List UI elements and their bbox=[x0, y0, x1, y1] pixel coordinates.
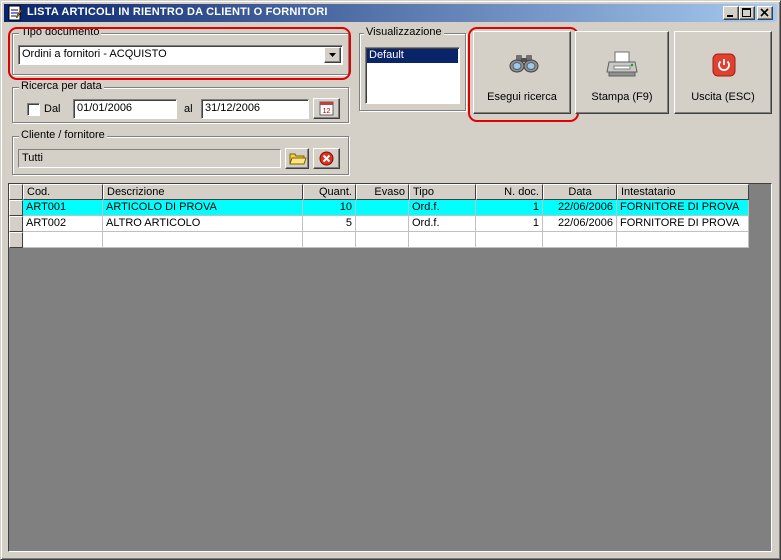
chevron-down-icon bbox=[329, 53, 336, 57]
maximize-button[interactable] bbox=[739, 6, 755, 20]
to-date-value: 31/12/2006 bbox=[205, 102, 261, 114]
list-item[interactable]: Default bbox=[367, 49, 458, 63]
esegui-ricerca-label: Esegui ricerca bbox=[487, 91, 557, 103]
cell-data[interactable]: 22/06/2006 bbox=[543, 200, 617, 216]
main-window: LISTA ARTICOLI IN RIENTRO DA CLIENTI O F… bbox=[0, 0, 781, 560]
minimize-button[interactable] bbox=[723, 6, 739, 20]
articles-grid[interactable]: Cod. Descrizione Quant. Evaso Tipo N. do… bbox=[8, 183, 772, 552]
cell-data[interactable]: 22/06/2006 bbox=[543, 216, 617, 232]
to-date-input[interactable]: 31/12/2006 bbox=[201, 99, 309, 119]
cell-quant[interactable] bbox=[303, 232, 356, 248]
dal-checkbox[interactable] bbox=[27, 103, 40, 116]
visualizzazione-list[interactable]: Default bbox=[365, 47, 460, 104]
from-date-input[interactable]: 01/01/2006 bbox=[73, 99, 177, 119]
cliente-legend: Cliente / fornitore bbox=[19, 129, 107, 141]
dropdown-arrow-button[interactable] bbox=[324, 47, 341, 63]
row-indicator[interactable] bbox=[9, 216, 23, 232]
clear-cliente-button[interactable] bbox=[313, 148, 340, 169]
cell-n-doc[interactable]: 1 bbox=[476, 216, 543, 232]
column-header-tipo[interactable]: Tipo bbox=[409, 184, 476, 200]
cell-tipo[interactable] bbox=[409, 232, 476, 248]
cell-quant[interactable]: 10 bbox=[303, 200, 356, 216]
esegui-ricerca-button[interactable]: Esegui ricerca bbox=[473, 31, 571, 114]
printer-icon bbox=[606, 51, 638, 77]
cell-tipo[interactable]: Ord.f. bbox=[409, 200, 476, 216]
tipo-documento-group: Tipo documento Ordini a fornitori - ACQU… bbox=[12, 26, 349, 75]
tipo-documento-value: Ordini a fornitori - ACQUISTO bbox=[22, 48, 167, 60]
binoculars-icon bbox=[509, 55, 539, 73]
folder-icon bbox=[289, 153, 307, 165]
cell-intestatario[interactable]: FORNITORE DI PROVA bbox=[617, 216, 749, 232]
column-header-quant[interactable]: Quant. bbox=[303, 184, 356, 200]
clear-icon bbox=[319, 151, 334, 166]
cell-descrizione[interactable]: ARTICOLO DI PROVA bbox=[103, 200, 303, 216]
cell-descrizione[interactable] bbox=[103, 232, 303, 248]
tipo-documento-select[interactable]: Ordini a fornitori - ACQUISTO bbox=[18, 45, 343, 65]
calendar-button[interactable]: 12 bbox=[313, 98, 340, 119]
close-button[interactable] bbox=[757, 6, 773, 20]
cell-tipo[interactable]: Ord.f. bbox=[409, 216, 476, 232]
cell-evaso[interactable] bbox=[356, 216, 409, 232]
uscita-button[interactable]: Uscita (ESC) bbox=[674, 31, 772, 114]
column-header-data[interactable]: Data bbox=[543, 184, 617, 200]
cell-cod[interactable]: ART001 bbox=[23, 200, 103, 216]
calendar-icon: 12 bbox=[319, 101, 334, 116]
cell-evaso[interactable] bbox=[356, 232, 409, 248]
column-header-evaso[interactable]: Evaso bbox=[356, 184, 409, 200]
column-header-cod[interactable]: Cod. bbox=[23, 184, 103, 200]
uscita-label: Uscita (ESC) bbox=[691, 91, 755, 103]
cell-intestatario[interactable]: FORNITORE DI PROVA bbox=[617, 200, 749, 216]
column-header-n-doc[interactable]: N. doc. bbox=[476, 184, 543, 200]
window-title: LISTA ARTICOLI IN RIENTRO DA CLIENTI O F… bbox=[27, 6, 328, 18]
cell-descrizione[interactable]: ALTRO ARTICOLO bbox=[103, 216, 303, 232]
cell-cod[interactable] bbox=[23, 232, 103, 248]
calendar-day: 12 bbox=[323, 108, 331, 115]
to-label: al bbox=[184, 103, 193, 115]
browse-cliente-button[interactable] bbox=[285, 148, 309, 169]
cell-intestatario[interactable] bbox=[617, 232, 749, 248]
dal-label: Dal bbox=[44, 103, 61, 115]
row-indicator-header bbox=[9, 184, 23, 200]
from-date-value: 01/01/2006 bbox=[77, 102, 133, 114]
column-header-descrizione[interactable]: Descrizione bbox=[103, 184, 303, 200]
cell-cod[interactable]: ART002 bbox=[23, 216, 103, 232]
stampa-label: Stampa (F9) bbox=[591, 91, 653, 103]
cell-quant[interactable]: 5 bbox=[303, 216, 356, 232]
cell-data[interactable] bbox=[543, 232, 617, 248]
ricerca-data-group: Ricerca per data Dal 01/01/2006 al 31/12… bbox=[12, 80, 349, 123]
cliente-group: Cliente / fornitore Tutti bbox=[12, 129, 349, 175]
title-bar[interactable]: LISTA ARTICOLI IN RIENTRO DA CLIENTI O F… bbox=[4, 4, 777, 22]
visualizzazione-legend: Visualizzazione bbox=[364, 26, 444, 38]
stampa-button[interactable]: Stampa (F9) bbox=[575, 31, 669, 114]
cell-n-doc[interactable]: 1 bbox=[476, 200, 543, 216]
column-header-intestatario[interactable]: Intestatario bbox=[617, 184, 749, 200]
ricerca-data-legend: Ricerca per data bbox=[19, 80, 104, 92]
cell-evaso[interactable] bbox=[356, 200, 409, 216]
power-icon bbox=[712, 53, 736, 77]
app-icon bbox=[7, 5, 23, 21]
row-indicator[interactable] bbox=[9, 232, 23, 248]
row-indicator[interactable] bbox=[9, 200, 23, 216]
cliente-field[interactable]: Tutti bbox=[18, 149, 281, 168]
tipo-documento-legend: Tipo documento bbox=[19, 26, 102, 38]
cell-n-doc[interactable] bbox=[476, 232, 543, 248]
cliente-value: Tutti bbox=[22, 152, 43, 164]
list-item-label: Default bbox=[369, 49, 404, 61]
visualizzazione-group: Visualizzazione Default bbox=[359, 26, 466, 111]
